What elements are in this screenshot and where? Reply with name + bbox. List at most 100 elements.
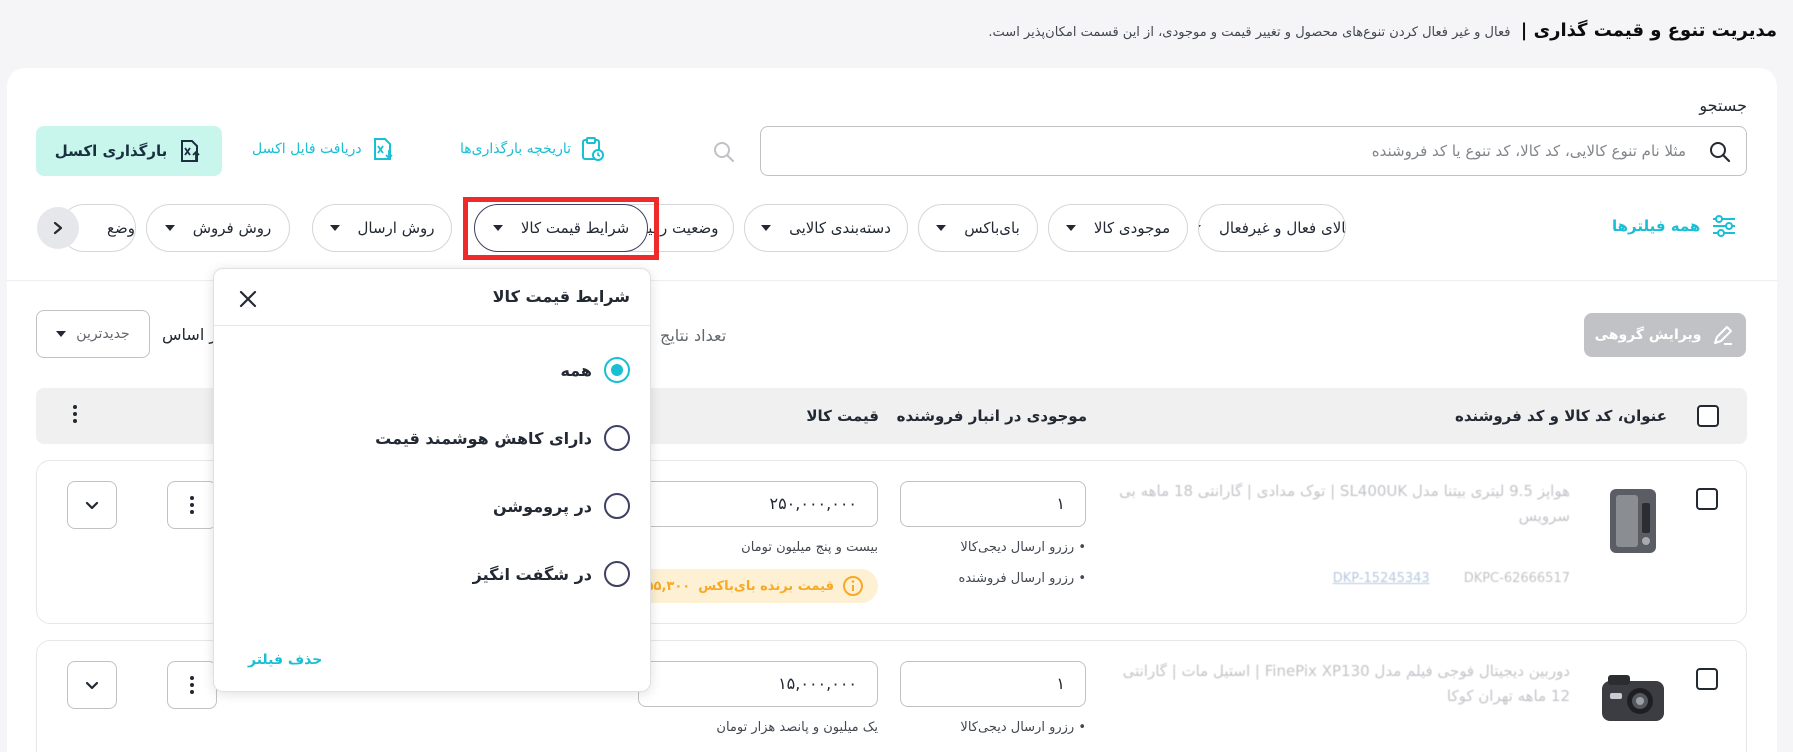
filter-category[interactable]: دسته‌بندی کالایی <box>744 204 908 252</box>
product-image <box>1598 483 1668 559</box>
option-label: در پروموشن <box>493 496 592 516</box>
row-checkbox[interactable] <box>1696 668 1718 690</box>
filter-stock[interactable]: موجودی کالا <box>1048 204 1188 252</box>
chevron-down-icon <box>1199 225 1202 231</box>
group-edit-button[interactable]: ویرایش گروهی <box>1584 313 1746 357</box>
row-expand-button[interactable] <box>67 481 117 529</box>
filter-sales-method[interactable]: روش فروش <box>146 204 290 252</box>
product-variant-code: DKPC-62666517 <box>1463 571 1570 586</box>
info-icon <box>843 576 863 596</box>
clipboard-history-icon <box>582 137 605 161</box>
chevron-down-icon <box>761 225 772 231</box>
option-label: دارای کاهش هوشمند قیمت <box>375 428 592 448</box>
excel-upload-icon <box>181 140 200 162</box>
chevron-down-icon <box>56 331 67 337</box>
row-expand-button[interactable] <box>67 661 117 709</box>
price-in-words: یک میلیون و پانصد هزار تومان <box>716 720 878 735</box>
stock-input[interactable]: ۱ <box>900 661 1086 707</box>
group-edit-label: ویرایش گروهی <box>1594 327 1702 343</box>
page-subtitle: فعال و غیر فعال کردن تنوع‌های محصول و تغ… <box>988 25 1511 40</box>
search-input[interactable] <box>826 127 1686 175</box>
radio-icon[interactable] <box>604 425 630 451</box>
price-input[interactable]: ۱۵,۰۰۰,۰۰۰ <box>638 661 878 707</box>
all-filters-label: همه فیلترها <box>1612 217 1701 235</box>
filter-shipping-method[interactable]: روش ارسال <box>312 204 452 252</box>
filter-buybox[interactable]: بای‌باکس <box>918 204 1038 252</box>
row-checkbox[interactable] <box>1696 488 1718 510</box>
row-more-button[interactable] <box>167 661 217 709</box>
more-vertical-icon <box>190 496 194 514</box>
radio-selected-icon[interactable] <box>604 357 630 383</box>
search-box[interactable] <box>760 126 1747 176</box>
page-header: مدیریت تنوع و قیمت گذاری | فعال و غیر فع… <box>988 20 1777 41</box>
filter-sliders-icon <box>1713 215 1736 237</box>
chevron-down-icon <box>85 501 99 510</box>
winner-label: قیمت برنده بای‌باکس <box>698 578 834 594</box>
filter-label: وضع <box>107 219 135 237</box>
remove-filter-link[interactable]: حذف فیلتر <box>248 652 322 668</box>
results-count: تعداد نتایج <box>660 326 727 345</box>
header-title: عنوان، کد کالا و کد فروشنده <box>1454 407 1667 425</box>
product-codes: DKPC-62666517 DKP-15245343 <box>1333 571 1570 586</box>
select-all-checkbox[interactable] <box>1697 405 1719 427</box>
chevron-down-icon <box>936 225 947 231</box>
chevron-right-icon <box>53 221 63 235</box>
all-filters-button[interactable]: همه فیلترها <box>1612 212 1738 240</box>
price-input[interactable]: ۲۵۰,۰۰۰,۰۰۰ <box>638 481 878 527</box>
option-label: در شگفت انگیز <box>472 564 592 584</box>
download-excel-link[interactable]: دریافت فایل اکسل <box>252 136 396 162</box>
option-smart-price-reduction[interactable]: دارای کاهش هوشمند قیمت <box>375 425 630 451</box>
chevron-down-icon <box>492 225 503 231</box>
upload-history-label: تاریخچه بارگذاری‌ها <box>460 141 572 157</box>
filter-label: موجودی کالا <box>1093 219 1171 237</box>
header-stock: موجودی در انبار فروشنده <box>896 407 1087 425</box>
product-image <box>1598 663 1668 739</box>
search-submit-icon[interactable] <box>712 140 736 164</box>
price-conditions-popup: شرایط قیمت کالا همه دارای کاهش هوشمند قی… <box>213 268 651 692</box>
reserve-seller: • رزرو ارسال فروشنده <box>958 571 1086 586</box>
row-more-button[interactable] <box>167 481 217 529</box>
pencil-icon <box>1714 326 1733 345</box>
filter-active-status[interactable]: کالای فعال و غیرفعال <box>1198 204 1346 252</box>
product-title: دوربین دیجیتال فوجی فیلم مدل FinePix XP1… <box>1122 662 1570 705</box>
reserve-digikala: • رزرو ارسال دیجی‌کالا <box>960 540 1086 555</box>
excel-download-icon <box>373 138 393 160</box>
sort-select[interactable]: جدیدترین <box>36 310 150 358</box>
option-in-promotion[interactable]: در پروموشن <box>493 493 630 519</box>
filters-scroll-button[interactable] <box>37 207 79 249</box>
filter-price-conditions[interactable]: شرایط قیمت کالا <box>474 204 648 252</box>
product-title: هواپز 9.5 لیتری بیتنا مدل SL400UK | توک … <box>1119 482 1570 525</box>
header-price: قیمت کالا <box>806 407 879 425</box>
filter-label: کالای فعال و غیرفعال <box>1219 219 1346 237</box>
close-icon[interactable] <box>236 287 260 311</box>
radio-icon[interactable] <box>604 493 630 519</box>
search-icon <box>1710 142 1731 163</box>
filter-label: روش فروش <box>192 219 272 237</box>
radio-icon[interactable] <box>604 561 630 587</box>
table-menu-icon[interactable] <box>73 405 77 423</box>
upload-history-link[interactable]: تاریخچه بارگذاری‌ها <box>460 136 605 162</box>
popup-title: شرایط قیمت کالا <box>492 287 630 306</box>
download-excel-label: دریافت فایل اکسل <box>252 141 362 157</box>
title-separator: | <box>1520 20 1528 41</box>
filter-label: شرایط قیمت کالا <box>520 219 630 237</box>
chevron-down-icon <box>85 681 99 690</box>
stock-input[interactable]: ۱ <box>900 481 1086 527</box>
chevron-down-icon <box>329 225 340 231</box>
product-sku-link[interactable]: DKP-15245343 <box>1333 571 1430 586</box>
option-incredible-offer[interactable]: در شگفت انگیز <box>473 561 630 587</box>
upload-excel-button[interactable]: بارگذاری اکسل <box>36 126 222 176</box>
chevron-down-icon <box>164 225 175 231</box>
more-vertical-icon <box>190 676 194 694</box>
sort-value: جدیدترین <box>76 326 130 342</box>
reserve-digikala: • رزرو ارسال دیجی‌کالا <box>960 720 1086 735</box>
search-label: جستجو <box>1699 96 1747 115</box>
upload-excel-label: بارگذاری اکسل <box>54 142 168 160</box>
filter-label: دسته‌بندی کالایی <box>789 219 891 237</box>
chevron-down-icon <box>1065 225 1076 231</box>
option-all[interactable]: همه <box>560 357 630 383</box>
option-label: همه <box>560 360 592 380</box>
popup-divider <box>214 325 650 326</box>
filter-label: بای‌باکس <box>964 219 1020 237</box>
page-title: مدیریت تنوع و قیمت گذاری <box>1533 20 1777 41</box>
